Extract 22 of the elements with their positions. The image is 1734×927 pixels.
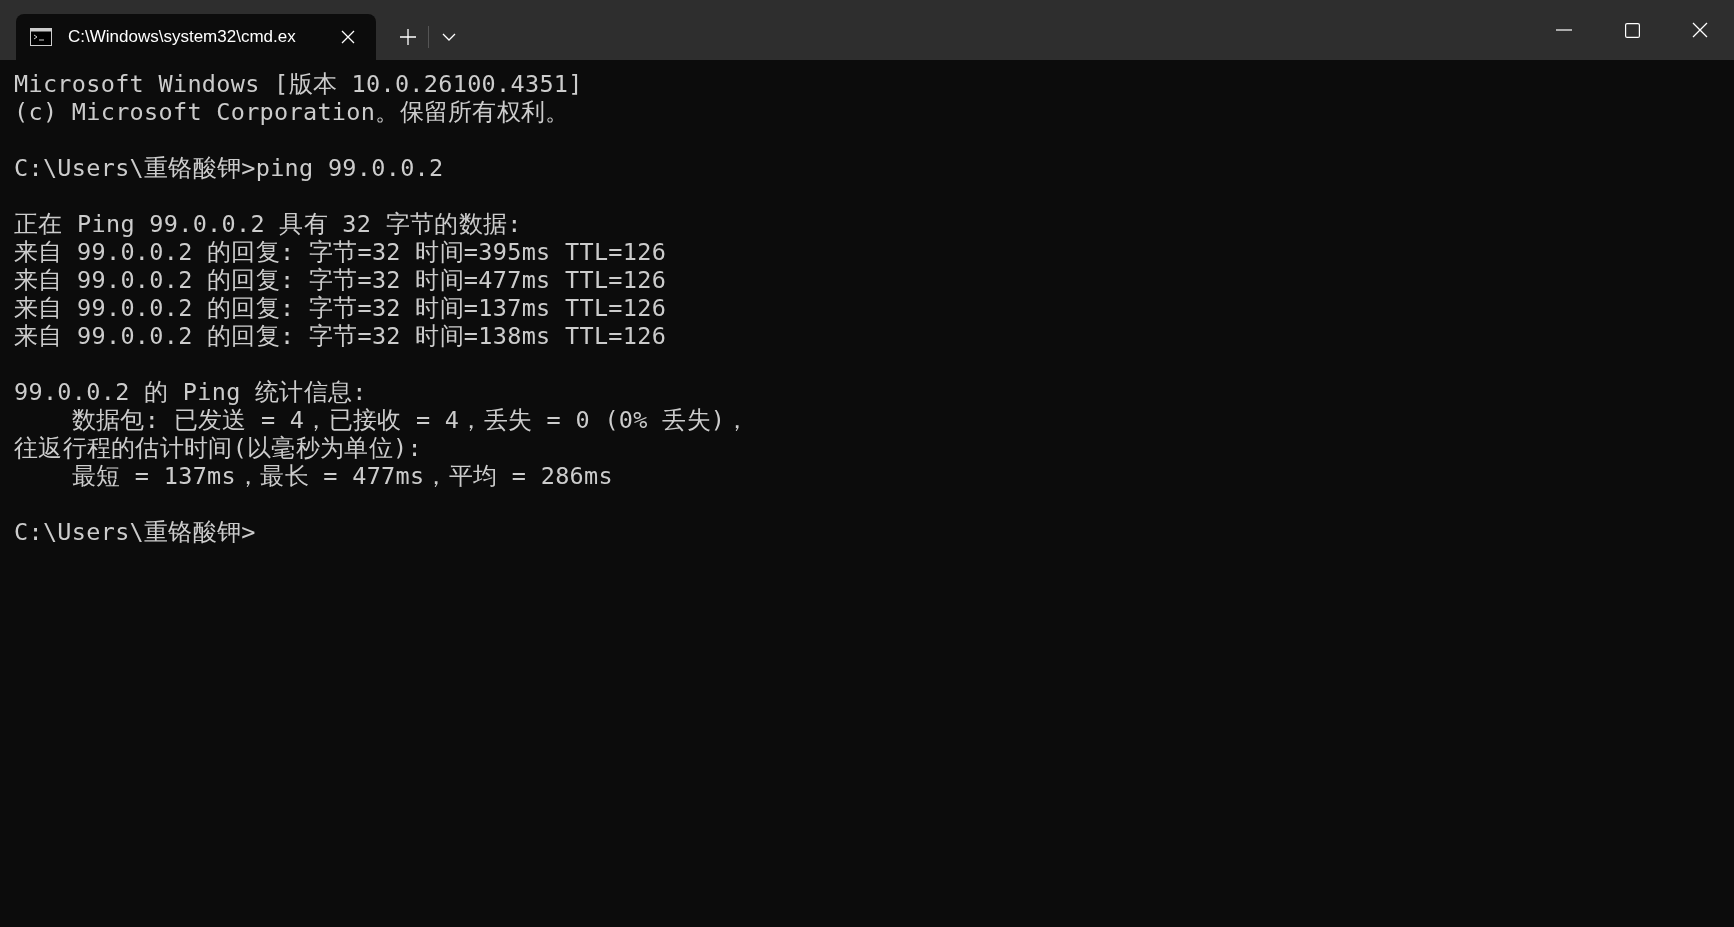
tab-title: C:\Windows\system32\cmd.ex bbox=[68, 26, 296, 49]
console-line: 99.0.0.2 的 Ping 统计信息: bbox=[14, 378, 367, 406]
console-line: C:\Users\重铬酸钾> bbox=[14, 518, 256, 546]
terminal-icon bbox=[30, 28, 52, 46]
console-line: 正在 Ping 99.0.0.2 具有 32 字节的数据: bbox=[14, 210, 522, 238]
console-line: C:\Users\重铬酸钾>ping 99.0.0.2 bbox=[14, 154, 444, 182]
console-line: Microsoft Windows [版本 10.0.26100.4351] bbox=[14, 70, 583, 98]
maximize-icon bbox=[1624, 22, 1640, 38]
console-line: 来自 99.0.0.2 的回复: 字节=32 时间=138ms TTL=126 bbox=[14, 322, 667, 350]
console-line: 最短 = 137ms，最长 = 477ms，平均 = 286ms bbox=[70, 462, 613, 490]
console-line: 数据包: 已发送 = 4，已接收 = 4，丢失 = 0 (0% 丢失)， bbox=[70, 406, 750, 434]
close-icon bbox=[341, 30, 355, 44]
console-line: 往返行程的估计时间(以毫秒为单位): bbox=[14, 434, 422, 462]
close-icon bbox=[1692, 22, 1708, 38]
minimize-icon bbox=[1556, 29, 1572, 31]
console-line: 来自 99.0.0.2 的回复: 字节=32 时间=137ms TTL=126 bbox=[14, 294, 667, 322]
tab[interactable]: C:\Windows\system32\cmd.ex bbox=[16, 14, 376, 60]
plus-icon bbox=[400, 29, 416, 45]
chevron-down-icon bbox=[442, 33, 456, 41]
console-line: 来自 99.0.0.2 的回复: 字节=32 时间=477ms TTL=126 bbox=[14, 266, 667, 294]
console-line: (c) Microsoft Corporation。保留所有权利。 bbox=[14, 98, 570, 126]
console-line: 来自 99.0.0.2 的回复: 字节=32 时间=395ms TTL=126 bbox=[14, 238, 667, 266]
